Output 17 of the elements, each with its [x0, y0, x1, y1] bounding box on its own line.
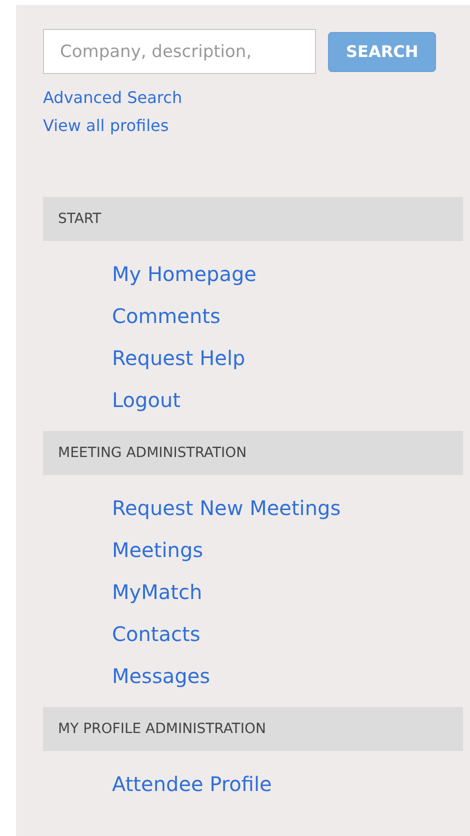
menu-link[interactable]: Contacts	[112, 613, 200, 655]
search-button[interactable]: SEARCH	[328, 32, 436, 72]
menu-link[interactable]: My Homepage	[112, 253, 256, 295]
menu-link[interactable]: MyMatch	[112, 571, 202, 613]
section-header: START	[43, 197, 463, 241]
section-header: MY PROFILE ADMINISTRATION	[43, 707, 463, 751]
sidebar-link[interactable]: View all profiles	[43, 115, 169, 137]
menu-link[interactable]: Request New Meetings	[112, 487, 341, 529]
menu-link[interactable]: Meetings	[112, 529, 204, 571]
menu-link[interactable]: Comments	[112, 295, 220, 337]
menu-link[interactable]: Messages	[112, 655, 210, 697]
section-header: MEETING ADMINISTRATION	[43, 431, 463, 475]
menu-link[interactable]: Attendee Profile	[112, 763, 272, 805]
menu-link[interactable]: Request Help	[112, 337, 246, 379]
sidebar-link[interactable]: Advanced Search	[43, 87, 182, 109]
menu-link[interactable]: Logout	[112, 379, 180, 421]
search-field[interactable]: Company, description,	[43, 29, 316, 74]
